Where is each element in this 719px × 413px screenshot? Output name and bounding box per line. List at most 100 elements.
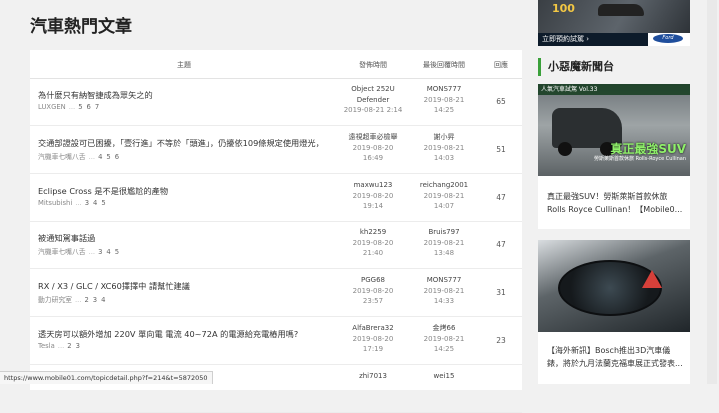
last-reply-user-link[interactable]: MONS777: [408, 84, 480, 95]
forum-link[interactable]: Mitsubishi: [38, 199, 72, 207]
table-row: 為什麼只有納智捷成為眾矢之的 LUXGEN... 5 6 7 Object 252U Def…: [30, 78, 522, 126]
ad-banner-image[interactable]: 100: [538, 0, 690, 33]
page-link[interactable]: 4: [93, 199, 97, 207]
reply-count: 47: [496, 240, 506, 249]
page-link[interactable]: 4: [98, 153, 102, 161]
last-reply-time: 14:25: [433, 345, 455, 353]
topic-meta: 汽機車七嘴八舌... 4 5 6: [38, 151, 123, 161]
forum-link[interactable]: 汽機車七嘴八舌: [38, 153, 86, 161]
page-link[interactable]: 4: [106, 248, 110, 256]
author-link[interactable]: PGG68: [338, 275, 408, 286]
last-reply-date: 2019-08-21: [423, 334, 465, 343]
reply-count: 51: [496, 145, 506, 154]
post-time: 2019-08-20: [352, 191, 394, 200]
news-card-title[interactable]: 真正最強SUV！勞斯萊斯首款休旅 Rolls Royce Cullinan！【M…: [547, 190, 685, 216]
reply-count: 31: [496, 288, 506, 297]
author-link[interactable]: 遠視超車必檢舉: [338, 132, 408, 143]
sidebar: 100 立即預約試駕 › Ford 小惡魔新聞台 人氣汽車試駕 Vol.33 真…: [538, 0, 690, 384]
last-reply-time: 14:25: [433, 106, 455, 114]
topic-title-link[interactable]: 交通部證設可已困擾，「壹行進」不等於「頭進」，仍擾依109條規定使用燈光，: [38, 137, 338, 149]
last-reply-cell: 謝小昇 2019-08-21 14:03: [408, 132, 480, 164]
page-link[interactable]: 4: [101, 296, 105, 304]
author-link[interactable]: AlfaBrera32: [338, 323, 408, 334]
last-reply-cell: 金烤66 2019-08-21 14:25: [408, 323, 480, 355]
ellipsis: ...: [74, 296, 82, 304]
forum-link[interactable]: Tesla: [38, 342, 55, 350]
posted-cell: zhi7013: [338, 371, 408, 382]
page-link[interactable]: 2: [84, 296, 88, 304]
news-thumbnail[interactable]: 人氣汽車試駕 Vol.33 真正最強SUV 勞斯萊斯首款休旅 Rolls-Roy…: [538, 84, 690, 176]
author-link[interactable]: zhi7013: [338, 371, 408, 382]
topic-title-link[interactable]: Eclipse Cross 是不是很尷尬的產物: [38, 185, 338, 197]
news-thumbnail[interactable]: [538, 240, 690, 332]
last-reply-date: 2019-08-21: [423, 95, 465, 104]
last-reply-time: 13:48: [433, 249, 455, 257]
page-link[interactable]: 5: [106, 153, 110, 161]
forum-link[interactable]: 汽機車七嘴八舌: [38, 248, 86, 256]
author-link-line2[interactable]: Defender: [338, 95, 408, 106]
news-card-title[interactable]: 【海外新訊】Bosch推出3D汽車儀錶，將於九月法蘭克福車展正式發表...: [547, 344, 685, 370]
topic-title-link[interactable]: 透天房可以額外增加 220V 單向電 電流 40~72A 的電源給充電樁用嗎?: [38, 328, 338, 340]
table-row: RX / X3 / GLC / XC60擇擇中 請幫忙建議動力研究室... 2 3 4…: [30, 269, 522, 317]
reply-count: 23: [496, 336, 506, 345]
news-card[interactable]: 【海外新訊】Bosch推出3D汽車儀錶，將於九月法蘭克福車展正式發表...: [538, 240, 690, 384]
header-last-reply: 最後回覆時間: [423, 61, 465, 69]
posted-cell: maxwu123 2019-08-20 19:14: [338, 180, 408, 212]
page-link[interactable]: 2: [67, 342, 71, 350]
page-link[interactable]: 3: [98, 248, 102, 256]
topic-meta: 汽機車七嘴八舌... 3 4 5: [38, 246, 123, 256]
page-link[interactable]: 5: [78, 103, 82, 111]
forum-link[interactable]: 動力研究室: [38, 296, 72, 304]
car-image: [598, 4, 644, 16]
ellipsis: ...: [75, 199, 82, 207]
topic-meta: [38, 390, 44, 398]
last-reply-date: 2019-08-21: [423, 143, 465, 152]
page-link[interactable]: 3: [85, 199, 89, 207]
thumbnail-tag: 人氣汽車試駕 Vol.33: [538, 84, 690, 95]
topic-title-link[interactable]: 為什麼只有納智捷成為眾矢之的: [38, 89, 338, 101]
page-link[interactable]: 3: [93, 296, 97, 304]
post-time: 2019-08-20: [352, 334, 394, 343]
last-reply-user-link[interactable]: wei15: [408, 371, 480, 382]
author-link[interactable]: kh2259: [338, 227, 408, 238]
post-time: 2019-08-21 2:14: [343, 106, 403, 114]
table-row: 透天房可以額外增加 220V 單向電 電流 40~72A 的電源給充電樁用嗎? T…: [30, 317, 522, 365]
page-link[interactable]: 5: [115, 248, 119, 256]
last-reply-cell: Bruis797 2019-08-21 13:48: [408, 227, 480, 259]
ellipsis: ...: [68, 103, 76, 111]
post-time: 2019-08-20: [352, 238, 394, 247]
last-reply-cell: wei15: [408, 371, 480, 382]
posted-cell: 遠視超車必檢舉 2019-08-20 16:49: [338, 132, 408, 164]
posted-cell: AlfaBrera32 2019-08-20 17:19: [338, 323, 408, 355]
reply-count: 47: [496, 193, 506, 202]
thumbnail-subline: 勞斯萊斯首款休旅 Rolls-Royce Cullinan: [594, 156, 686, 162]
ford-logo: Ford: [653, 34, 683, 43]
last-reply-user-link[interactable]: MONS777: [408, 275, 480, 286]
news-card[interactable]: 人氣汽車試駕 Vol.33 真正最強SUV 勞斯萊斯首款休旅 Rolls-Roy…: [538, 84, 690, 229]
ad-number: 100: [552, 2, 575, 15]
page-link[interactable]: 7: [95, 103, 99, 111]
last-reply-user-link[interactable]: reichang2001: [408, 180, 480, 191]
topic-title-link[interactable]: 被通知駕事話過: [38, 232, 338, 244]
topic-title-link[interactable]: RX / X3 / GLC / XC60擇擇中 請幫忙建議: [38, 280, 338, 292]
author-link[interactable]: maxwu123: [338, 180, 408, 191]
last-reply-user-link[interactable]: Bruis797: [408, 227, 480, 238]
page-link[interactable]: 6: [87, 103, 91, 111]
test-drive-button[interactable]: 立即預約試駕 ›: [538, 33, 652, 46]
dashboard-image: [558, 260, 662, 316]
page-link[interactable]: 3: [76, 342, 80, 350]
scrollbar[interactable]: [707, 0, 717, 384]
last-reply-date: 2019-08-21: [423, 191, 465, 200]
topics-table: 主題 發佈時間 最後回覆時間 回應 為什麼只有納智捷成為眾矢之的 LUXGEN..…: [30, 50, 522, 413]
forum-link[interactable]: LUXGEN: [38, 103, 66, 111]
post-time: 2019-08-20: [352, 143, 394, 152]
page-link[interactable]: 5: [101, 199, 105, 207]
last-reply-user-link[interactable]: 謝小昇: [408, 132, 480, 143]
author-link[interactable]: Object 252U: [338, 84, 408, 95]
last-reply-time: 14:33: [433, 297, 455, 305]
post-time-clock: 21:40: [362, 249, 384, 257]
page-link[interactable]: 6: [115, 153, 119, 161]
table-row: 被通知駕事話過 汽機車七嘴八舌... 3 4 5 kh2259 2019-08-20 21:4…: [30, 221, 522, 269]
table-row: Eclipse Cross 是不是很尷尬的產物 Mitsubishi... 3 4 5 m…: [30, 174, 522, 222]
last-reply-user-link[interactable]: 金烤66: [408, 323, 480, 334]
